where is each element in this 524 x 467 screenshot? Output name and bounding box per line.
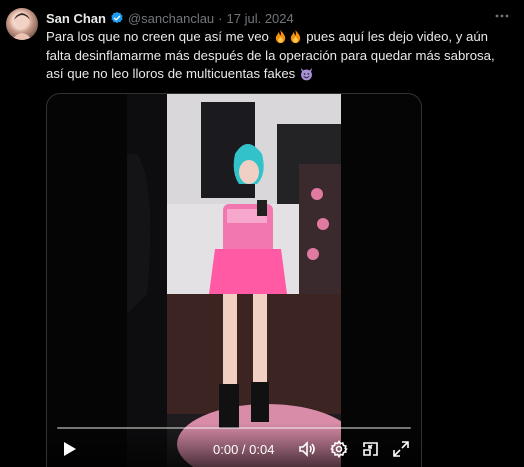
tweet[interactable]: San Chan @sanchanclau · 17 jul. 2024 Par… — [0, 0, 524, 467]
author-name[interactable]: San Chan — [46, 11, 106, 26]
author-handle[interactable]: @sanchanclau — [128, 11, 214, 26]
volume-icon[interactable] — [297, 439, 317, 459]
tweet-header: San Chan @sanchanclau · 17 jul. 2024 — [46, 9, 512, 27]
video-player[interactable]: 0:00 / 0:04 — [46, 93, 422, 467]
pip-icon[interactable] — [361, 439, 381, 459]
tweet-text: Para los que no creen que así me veo pue… — [46, 28, 514, 84]
avatar[interactable] — [6, 8, 38, 40]
tweet-text-part-1: Para los que no creen que así me veo — [46, 29, 273, 44]
video-controls: 0:00 / 0:04 — [47, 423, 421, 467]
fullscreen-icon[interactable] — [391, 439, 411, 459]
video-time-display: 0:00 / 0:04 — [213, 442, 275, 457]
tweet-date[interactable]: 17 jul. 2024 — [227, 11, 294, 26]
play-icon[interactable] — [59, 439, 79, 459]
fire-emoji-icon — [273, 29, 288, 44]
smiling-devil-emoji-icon — [299, 66, 314, 81]
settings-icon[interactable] — [329, 439, 349, 459]
separator-dot: · — [218, 10, 223, 26]
verified-badge-icon — [110, 11, 124, 25]
video-progress-bar[interactable] — [57, 427, 411, 429]
fire-emoji-icon — [288, 29, 303, 44]
more-options-icon[interactable] — [494, 8, 510, 24]
video-frame[interactable] — [127, 94, 341, 467]
